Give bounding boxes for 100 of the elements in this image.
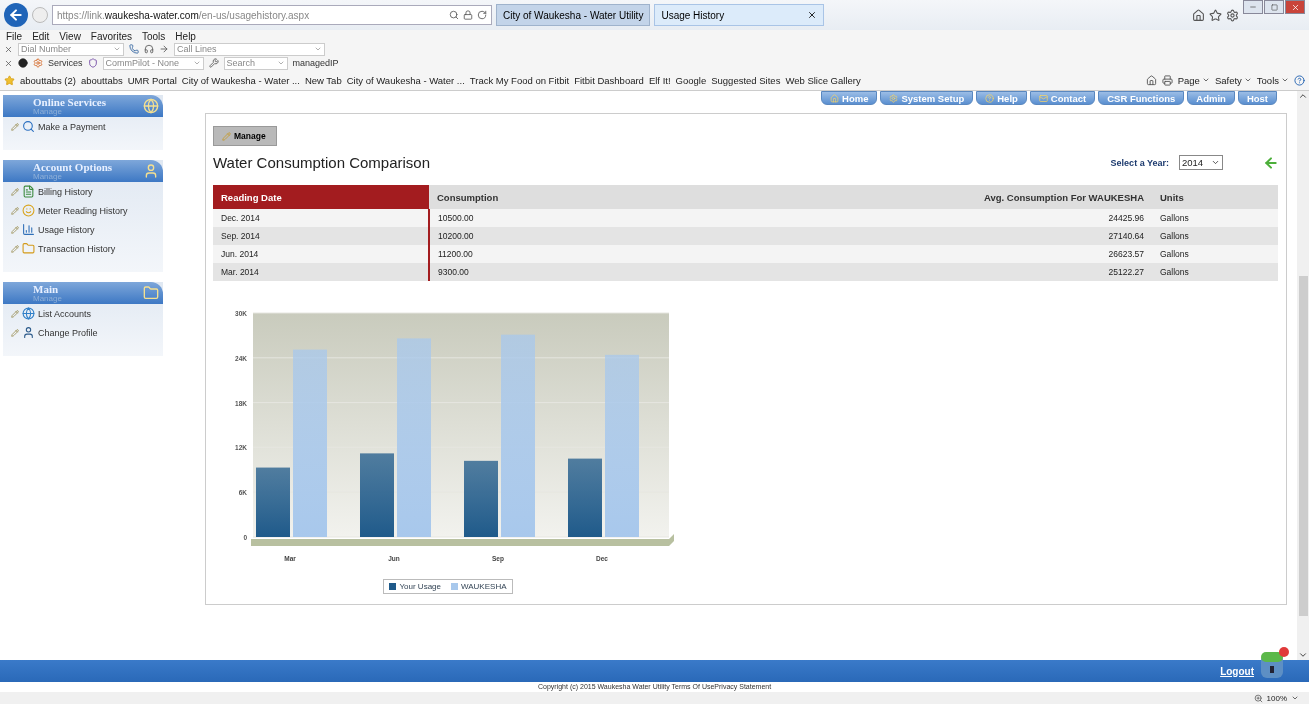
printer-icon[interactable] xyxy=(1161,74,1173,86)
menu-item[interactable]: Tools xyxy=(142,30,166,42)
table-cell: Mar. 2014 xyxy=(213,263,429,281)
help-icon[interactable] xyxy=(1294,74,1305,86)
favorite-link[interactable]: Fitbit Dashboard xyxy=(574,74,644,86)
back-button[interactable] xyxy=(4,3,28,27)
sidebar-link[interactable]: Transaction History xyxy=(3,239,163,258)
caret-icon xyxy=(276,59,285,67)
wrench-icon[interactable] xyxy=(208,58,219,68)
menu-item[interactable]: Help xyxy=(175,30,196,42)
sidebar-link[interactable]: Change Profile xyxy=(3,323,163,342)
call-lines-dropdown[interactable]: Call Lines xyxy=(174,42,325,56)
lock-icon xyxy=(463,10,473,20)
legend-label: Your Usage xyxy=(399,582,441,591)
manage-button[interactable]: Manage xyxy=(213,126,277,146)
address-bar[interactable]: https://link.waukesha-water.com/en-us/usagehistory.aspx xyxy=(52,5,492,25)
menu-item[interactable]: Edit xyxy=(32,30,50,42)
dial-field[interactable]: Dial Number xyxy=(18,42,124,56)
house-icon xyxy=(830,93,839,103)
search-field[interactable]: Search xyxy=(223,56,288,70)
circle-icon[interactable] xyxy=(18,58,28,68)
pencil-icon xyxy=(222,131,231,141)
settings-icon[interactable] xyxy=(1226,8,1239,22)
command-menu[interactable]: Tools xyxy=(1256,74,1289,86)
caret-icon xyxy=(1243,76,1252,84)
table-cell: Gallons xyxy=(1152,245,1278,263)
smiley-icon xyxy=(22,204,35,217)
table-cell: 25122.27 xyxy=(649,263,1152,281)
maximize-button[interactable] xyxy=(1264,0,1284,14)
home-icon[interactable] xyxy=(1192,8,1205,22)
search-icon[interactable] xyxy=(449,10,459,20)
globe-icon xyxy=(22,307,35,320)
caret-icon xyxy=(1281,76,1289,84)
menu-item[interactable]: File xyxy=(6,30,23,42)
close-icon[interactable] xyxy=(4,44,13,54)
favorite-link[interactable]: UMR Portal xyxy=(127,74,177,86)
caret-icon xyxy=(113,45,121,53)
caret-icon xyxy=(314,45,322,53)
menu-item[interactable]: Favorites xyxy=(90,30,132,42)
sidebar-link[interactable]: List Accounts xyxy=(3,304,163,323)
home-icon[interactable] xyxy=(1145,74,1157,86)
gear-icon[interactable] xyxy=(33,58,43,68)
panel-title: Main xyxy=(33,283,60,295)
commpilot-dropdown[interactable]: CommPilot - None xyxy=(102,56,204,70)
favorite-link[interactable]: City of Waukesha - Water ... xyxy=(181,74,300,86)
managed-ip-menu: managedIP xyxy=(292,58,339,68)
chart-icon xyxy=(22,223,35,236)
favorite-link[interactable]: Suggested Sites xyxy=(711,74,781,86)
document-icon xyxy=(22,185,35,198)
sidebar-link[interactable]: Usage History xyxy=(3,220,163,239)
minimize-button[interactable] xyxy=(1243,0,1263,14)
headset-icon[interactable] xyxy=(144,44,154,54)
maximize-icon xyxy=(1270,3,1278,11)
favorite-link[interactable]: Google xyxy=(675,74,707,86)
table-cell: 26623.57 xyxy=(649,245,1152,263)
services-label: Services xyxy=(48,58,83,68)
table-cell: 11200.00 xyxy=(429,245,650,263)
favorite-link[interactable]: abouttabs (2) xyxy=(20,74,76,86)
arrow-icon[interactable] xyxy=(159,44,169,54)
close-icon[interactable] xyxy=(4,58,13,68)
favorite-link[interactable]: abouttabs xyxy=(81,74,123,86)
phone-icon[interactable] xyxy=(129,44,139,54)
table-cell: Jun. 2014 xyxy=(213,245,429,263)
menu-item[interactable]: View xyxy=(59,30,81,42)
shield-icon[interactable] xyxy=(87,58,98,68)
year-dropdown[interactable]: 2014 xyxy=(1179,155,1223,170)
column-header: Avg. Consumption For WAUKESHA xyxy=(649,185,1152,209)
panel-subtitle: Manage xyxy=(33,172,63,181)
zoom-icon[interactable] xyxy=(1253,693,1263,703)
refresh-icon[interactable] xyxy=(477,10,487,20)
command-menu[interactable]: Page xyxy=(1177,74,1210,86)
favorite-link[interactable]: Track My Food on Fitbit xyxy=(469,74,570,86)
sidebar-link[interactable]: Billing History xyxy=(3,182,163,201)
panel-title: Online Services xyxy=(33,96,107,108)
favorite-link[interactable]: Web Slice Gallery xyxy=(785,74,861,86)
star-icon[interactable] xyxy=(1209,8,1222,22)
star-icon[interactable] xyxy=(4,74,15,86)
command-menu[interactable]: Safety xyxy=(1214,74,1252,86)
browser-tab[interactable]: City of Waukesha - Water Utility xyxy=(496,4,651,26)
logout-link[interactable]: Logout xyxy=(1220,665,1254,677)
close-icon xyxy=(1290,2,1300,12)
pencil-icon xyxy=(11,206,19,215)
table-cell: 24425.96 xyxy=(649,209,1152,227)
table-cell: 10200.00 xyxy=(429,227,650,245)
close-button[interactable] xyxy=(1285,0,1305,14)
envelope-icon xyxy=(1038,93,1048,103)
pencil-icon xyxy=(11,328,19,337)
sidebar-link[interactable]: Meter Reading History xyxy=(3,201,163,220)
arrow-left-icon[interactable] xyxy=(1263,154,1279,171)
table-cell: Gallons xyxy=(1152,263,1278,281)
favorite-link[interactable]: City of Waukesha - Water ... xyxy=(346,74,465,86)
column-header: Units xyxy=(1152,185,1278,209)
scrollbar[interactable] xyxy=(1297,91,1309,660)
favorite-link[interactable]: Elf It! xyxy=(648,74,671,86)
caret-icon xyxy=(1201,76,1210,84)
favorite-link[interactable]: New Tab xyxy=(304,74,342,86)
sidebar-link[interactable]: Make a Payment xyxy=(3,117,163,136)
url-text: https://link.waukesha-water.com/en-us/usagehistory.aspx xyxy=(57,9,310,21)
table-cell: 10500.00 xyxy=(429,209,650,227)
browser-tab[interactable]: Usage History xyxy=(654,4,825,26)
